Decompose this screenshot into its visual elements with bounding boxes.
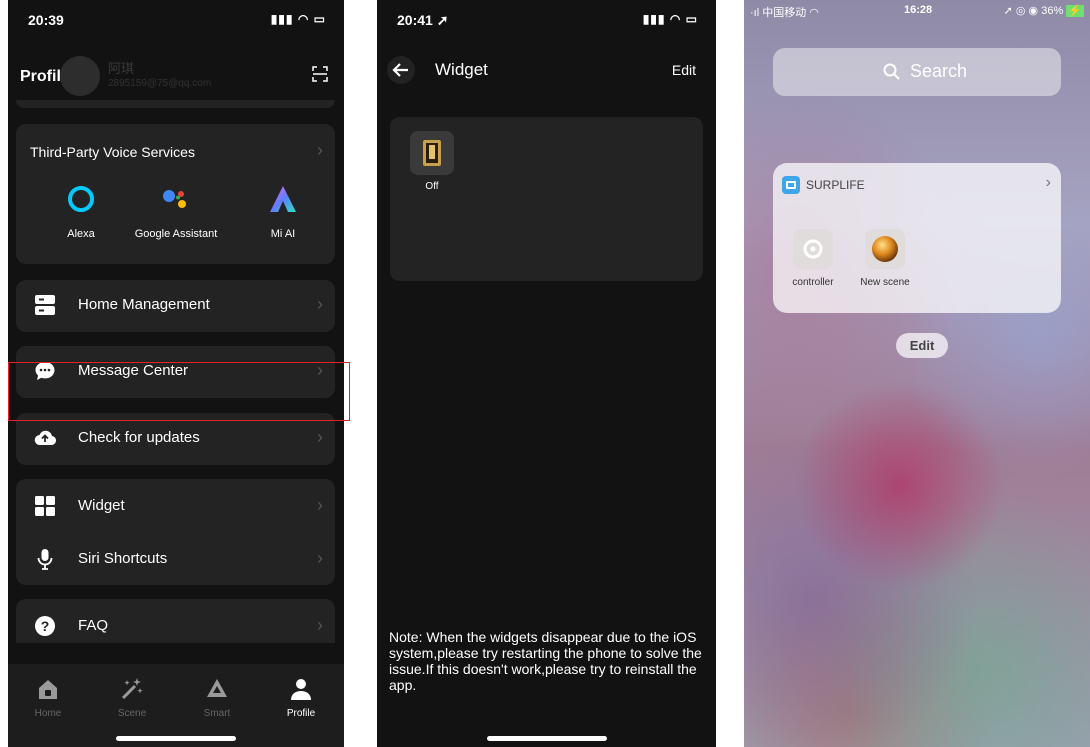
voice-service-label: Alexa xyxy=(67,228,95,240)
chevron-right-icon: › xyxy=(317,427,323,447)
mi-ai-icon xyxy=(266,182,300,216)
menu-label: Home Management xyxy=(78,296,210,313)
status-icons: ▮▮▮ ◠ ▭ xyxy=(270,12,326,26)
widget-title: SURPLIFE xyxy=(806,178,865,192)
magic-wand-icon xyxy=(119,676,145,702)
scene-icon xyxy=(865,229,905,269)
tab-label: Scene xyxy=(117,708,147,719)
menu-siri-shortcuts[interactable]: Siri Shortcuts › xyxy=(16,534,335,584)
widget-container: Off xyxy=(390,117,703,281)
scan-icon[interactable] xyxy=(312,66,328,82)
menu-label: FAQ xyxy=(78,617,109,634)
home-indicator xyxy=(116,736,236,741)
carrier-label: ·ıl 中国移动 ◠ xyxy=(750,7,819,19)
user-email: 2895159@75@qq.com xyxy=(108,78,212,89)
highlight-box xyxy=(8,362,350,421)
google-assistant-icon xyxy=(159,182,193,216)
chevron-right-icon: › xyxy=(317,294,323,314)
home-icon xyxy=(35,676,61,702)
profile-header: Profile 阿琪 2895159@75@qq.com xyxy=(8,44,344,108)
status-bar: ·ıl 中国移动 ◠ 16:28 ➚ ◎ ◉ 36% ⚡ xyxy=(744,0,1090,20)
controller-icon xyxy=(793,229,833,269)
search-placeholder: Search xyxy=(910,61,968,81)
widget-screen: 20:41 ➚ ▮▮▮ ◠ ▭ Widget Edit Off Note: Wh… xyxy=(377,0,716,747)
tab-bar: Home Scene Smart Profile xyxy=(8,664,344,747)
widget-grid-icon xyxy=(34,495,56,517)
server-icon xyxy=(34,294,56,316)
surplife-widget[interactable]: SURPLIFE › controller New scene xyxy=(773,163,1061,313)
status-time: 16:28 xyxy=(904,4,933,16)
faq-card: ? FAQ › xyxy=(16,599,335,643)
alexa-icon xyxy=(64,182,98,216)
menu-label: Siri Shortcuts xyxy=(78,550,168,567)
tab-profile[interactable]: Profile xyxy=(266,676,336,719)
status-bar: 20:39 ▮▮▮ ◠ ▭ xyxy=(8,0,344,40)
widget-item-controller[interactable]: controller xyxy=(781,229,845,288)
status-bar: 20:41 ➚ ▮▮▮ ◠ ▭ xyxy=(377,0,716,40)
ios-widget-screen: ·ıl 中国移动 ◠ 16:28 ➚ ◎ ◉ 36% ⚡ Search SURP… xyxy=(744,0,1090,747)
chevron-right-icon[interactable]: › xyxy=(317,140,323,161)
status-time: 20:39 xyxy=(28,12,64,28)
status-icons: ▮▮▮ ◠ ▭ xyxy=(642,12,698,26)
chevron-right-icon: › xyxy=(317,615,323,635)
tab-label: Profile xyxy=(286,708,316,719)
widget-item-label: controller xyxy=(792,277,834,288)
widget-state-label: Off xyxy=(425,181,439,192)
chevron-right-icon: › xyxy=(317,495,323,515)
svg-text:?: ? xyxy=(41,618,50,634)
menu-faq[interactable]: ? FAQ › xyxy=(16,601,335,651)
tab-label: Home xyxy=(34,708,62,719)
tab-scene[interactable]: Scene xyxy=(97,676,167,719)
tab-label: Smart xyxy=(203,708,231,719)
menu-home-management[interactable]: Home Management › xyxy=(16,280,335,330)
widget-item-new-scene[interactable]: New scene xyxy=(853,229,917,288)
voice-services-card: Third-Party Voice Services › Alexa Googl… xyxy=(16,124,335,264)
avatar[interactable] xyxy=(60,56,100,96)
edit-button[interactable]: Edit xyxy=(672,62,696,78)
page-title: Widget xyxy=(435,60,488,79)
menu-label: Widget xyxy=(78,497,125,514)
note-text: Note: When the widgets disappear due to … xyxy=(389,629,702,693)
question-circle-icon: ? xyxy=(34,615,56,637)
chevron-right-icon: › xyxy=(317,548,323,568)
edit-button[interactable]: Edit xyxy=(896,333,948,358)
menu-label: Check for updates xyxy=(78,429,200,446)
user-name: 阿琪 xyxy=(108,61,135,76)
voice-service-label: Mi AI xyxy=(270,228,296,240)
voice-services-title: Third-Party Voice Services xyxy=(30,144,195,160)
microphone-icon xyxy=(34,548,56,570)
cloud-upload-icon xyxy=(34,427,57,449)
person-icon xyxy=(288,676,314,702)
back-arrow-icon[interactable] xyxy=(387,56,415,84)
tab-home[interactable]: Home xyxy=(13,676,83,719)
widget-siri-card: Widget › Siri Shortcuts › xyxy=(16,479,335,585)
app-icon xyxy=(782,176,800,194)
chevron-right-icon[interactable]: › xyxy=(1046,174,1051,192)
status-icons: ➚ ◎ ◉ 36% ⚡ xyxy=(1003,5,1084,17)
search-bar[interactable]: Search xyxy=(773,48,1061,96)
voice-service-label: Google Assistant xyxy=(134,228,218,240)
home-indicator xyxy=(486,736,607,741)
widget-item[interactable]: Off xyxy=(410,131,454,192)
home-management-card: Home Management › xyxy=(16,280,335,332)
door-icon xyxy=(410,131,454,175)
voice-service-google[interactable]: Google Assistant xyxy=(121,182,231,240)
menu-widget[interactable]: Widget › xyxy=(16,481,335,531)
voice-service-mi-ai[interactable]: Mi AI xyxy=(228,182,338,240)
profile-card-edge xyxy=(16,100,335,108)
voice-service-alexa[interactable]: Alexa xyxy=(26,182,136,240)
widget-item-label: New scene xyxy=(860,277,910,288)
tab-smart[interactable]: Smart xyxy=(182,676,252,719)
smart-triangle-icon xyxy=(204,676,230,702)
search-icon xyxy=(883,63,901,86)
status-time: 20:41 ➚ xyxy=(397,12,449,28)
